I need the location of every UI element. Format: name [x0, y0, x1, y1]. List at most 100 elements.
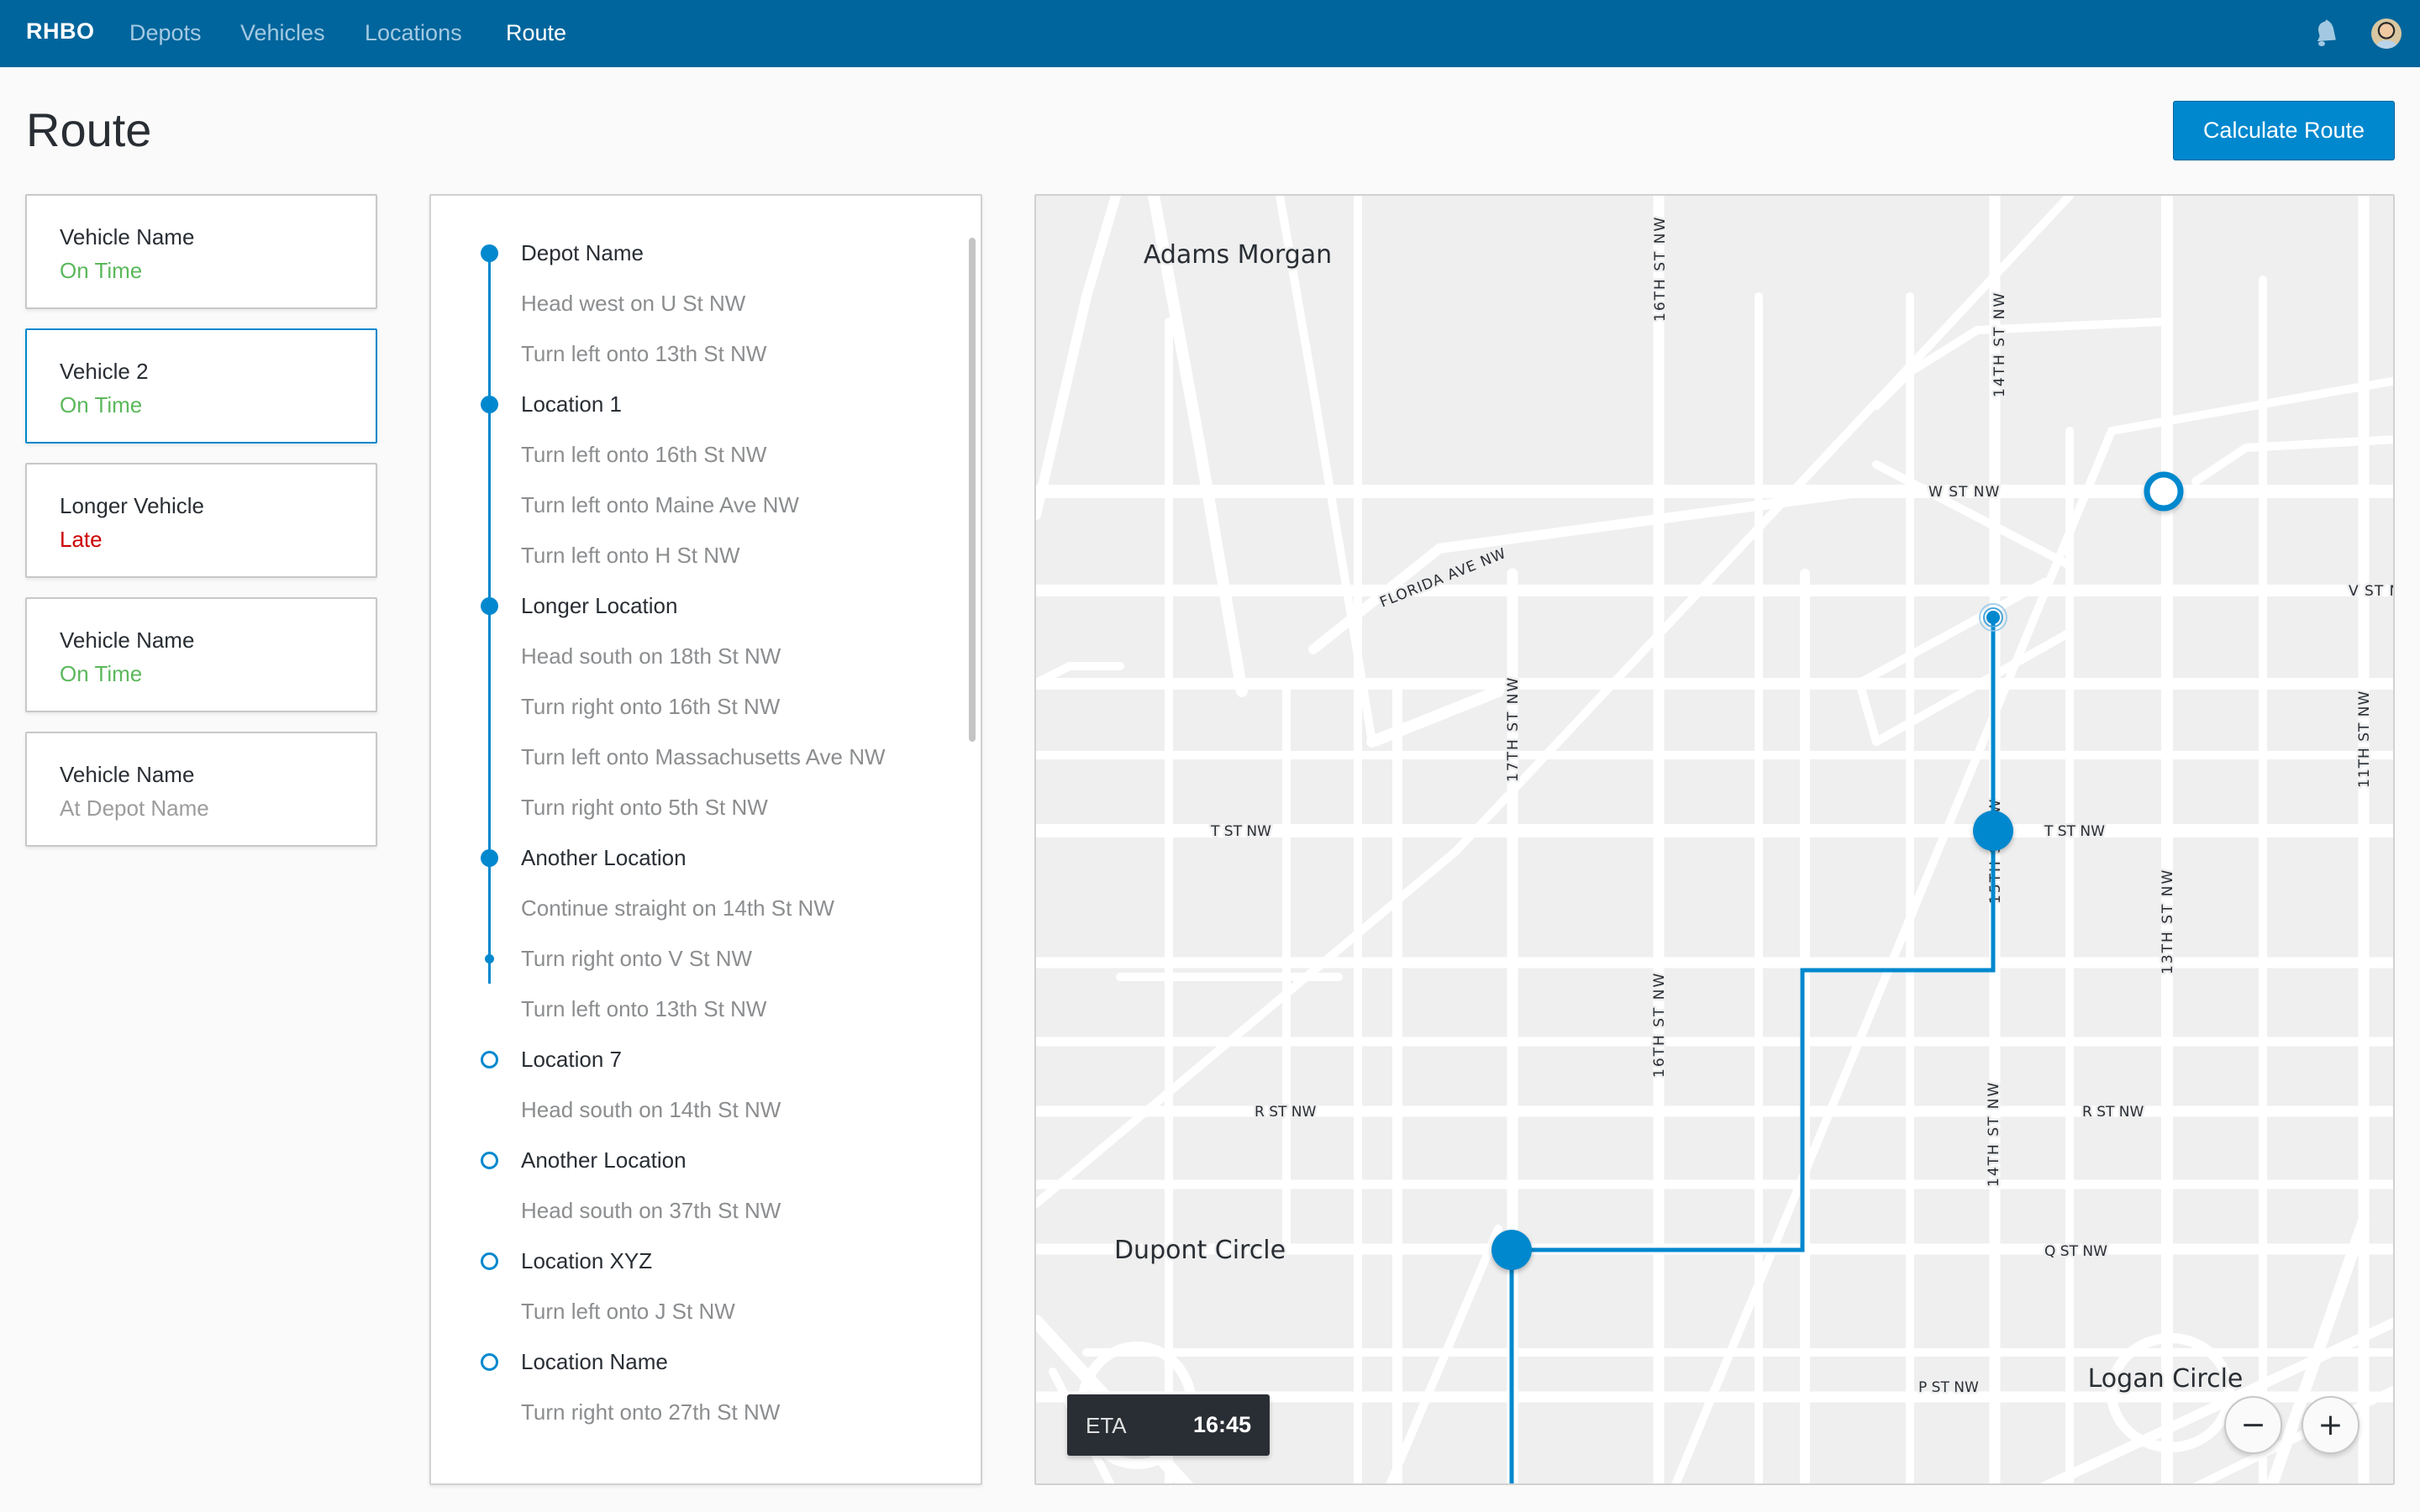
route-direction[interactable]: Turn left onto H St NW [431, 530, 952, 580]
stop-marker-completed [1973, 811, 2013, 851]
street-label-14th-st: 14TH ST NW [1991, 291, 2008, 397]
step-text: Turn left onto Maine Ave NW [521, 492, 799, 517]
route-map[interactable]: W ST NW V ST N T ST NW T ST NW R ST NW R… [1034, 194, 2395, 1485]
step-text: Location 7 [521, 1047, 622, 1072]
route-direction[interactable]: Continue straight on 14th St NW [431, 883, 952, 933]
nav-locations[interactable]: Locations [365, 20, 462, 46]
step-text: Turn right onto 16th St NW [521, 694, 781, 719]
route-direction[interactable]: Turn right onto V St NW [431, 933, 952, 984]
vehicle-status: On Time [60, 258, 143, 283]
step-text: Location 1 [521, 391, 622, 417]
step-text: Location XYZ [521, 1248, 653, 1273]
route-stop[interactable]: Location 7 [431, 1034, 952, 1084]
vehicle-name: Vehicle 2 [60, 359, 149, 384]
street-label-14th-st: 14TH ST NW [1986, 1081, 2002, 1187]
step-text: Head south on 14th St NW [521, 1097, 781, 1122]
step-text: Longer Location [521, 593, 678, 618]
route-direction[interactable]: Turn left onto Massachusetts Ave NW [431, 732, 952, 782]
zoom-in-button[interactable]: + [2302, 1396, 2360, 1454]
step-text: Head south on 18th St NW [521, 643, 781, 669]
calculate-route-button[interactable]: Calculate Route [2173, 101, 2395, 160]
step-text: Turn left onto 13th St NW [521, 996, 767, 1021]
vehicle-name: Longer Vehicle [60, 493, 205, 518]
step-text: Turn left onto H St NW [521, 543, 740, 568]
route-stop[interactable]: Location 1 [431, 379, 952, 429]
street-label-q-st: Q ST NW [2044, 1243, 2107, 1260]
route-direction[interactable]: Turn left onto 13th St NW [431, 984, 952, 1034]
upcoming-stop-icon [481, 1152, 498, 1169]
route-direction[interactable]: Turn left onto 13th St NW [431, 328, 952, 379]
brand-logo[interactable]: RHBO [26, 18, 95, 45]
route-stop[interactable]: Location Name [431, 1336, 952, 1387]
street-label-p-st: P ST NW [1918, 1379, 1979, 1396]
street-label-16th-st: 16TH ST NW [1652, 216, 1669, 322]
stop-marker-upcoming [2144, 471, 2184, 512]
route-direction[interactable]: Head south on 37th St NW [431, 1185, 952, 1236]
route-direction[interactable]: Head west on U St NW [431, 278, 952, 328]
step-text: Depot Name [521, 240, 644, 265]
step-text: Turn right onto 5th St NW [521, 795, 768, 820]
upcoming-stop-icon [481, 1252, 498, 1270]
step-text: Location Name [521, 1349, 668, 1374]
route-stop[interactable]: Depot Name [431, 228, 952, 278]
route-direction[interactable]: Turn left onto J St NW [431, 1286, 952, 1336]
route-direction[interactable]: Turn right onto 5th St NW [431, 782, 952, 832]
vehicle-name: Vehicle Name [60, 762, 195, 787]
step-text: Turn left onto J St NW [521, 1299, 735, 1324]
route-direction[interactable]: Turn right onto 16th St NW [431, 681, 952, 732]
route-stop[interactable]: Another Location [431, 832, 952, 883]
street-label-v-st: V ST N [2349, 583, 2395, 600]
avatar[interactable] [2371, 18, 2402, 49]
vehicle-card[interactable]: Vehicle Name On Time [25, 194, 377, 309]
route-stop[interactable]: Another Location [431, 1135, 952, 1185]
step-text: Turn right onto 27th St NW [521, 1399, 781, 1425]
step-text: Turn right onto V St NW [521, 946, 753, 971]
zoom-out-button[interactable]: − [2224, 1396, 2282, 1454]
upcoming-stop-icon [481, 1353, 498, 1371]
upcoming-stop-icon [481, 1051, 498, 1068]
route-directions-panel: Depot Name Head west on U St NW Turn left … [429, 194, 982, 1485]
nav-vehicles[interactable]: Vehicles [240, 20, 325, 46]
current-step-icon [485, 954, 494, 963]
street-label-17th-st: 17TH ST NW [1505, 676, 1522, 782]
stop-marker-completed [1491, 1230, 1532, 1270]
step-text: Turn left onto Massachusetts Ave NW [521, 744, 886, 769]
neighborhood-logan-circle: Logan Circle [2088, 1364, 2244, 1394]
street-label-13th-st: 13TH ST NW [2160, 869, 2176, 974]
route-stop[interactable]: Longer Location [431, 580, 952, 631]
neighborhood-dupont-circle: Dupont Circle [1114, 1236, 1286, 1265]
street-label-r-st: R ST NW [2082, 1104, 2144, 1121]
route-direction[interactable]: Head south on 14th St NW [431, 1084, 952, 1135]
street-label-t-st: T ST NW [1210, 823, 1271, 840]
bell-icon[interactable] [2311, 18, 2339, 49]
completed-stop-icon [481, 597, 498, 615]
vehicle-name: Vehicle Name [60, 224, 195, 249]
completed-stop-icon [481, 396, 498, 413]
vehicle-status: Late [60, 527, 103, 552]
route-direction[interactable]: Turn left onto Maine Ave NW [431, 480, 952, 530]
vehicle-card[interactable]: Longer Vehicle Late [25, 463, 377, 578]
nav-depots[interactable]: Depots [129, 20, 202, 46]
eta-label: ETA [1086, 1413, 1127, 1438]
street-label-r-st: R ST NW [1255, 1104, 1317, 1121]
route-direction[interactable]: Turn left onto 16th St NW [431, 429, 952, 480]
route-stop[interactable]: Location XYZ [431, 1236, 952, 1286]
map-canvas[interactable]: W ST NW V ST N T ST NW T ST NW R ST NW R… [1036, 196, 2395, 1485]
step-text: Turn left onto 13th St NW [521, 341, 767, 366]
route-direction[interactable]: Head south on 18th St NW [431, 631, 952, 681]
vehicle-name: Vehicle Name [60, 627, 195, 653]
step-text: Head west on U St NW [521, 291, 746, 316]
vehicle-status: At Depot Name [60, 795, 209, 821]
step-text: Continue straight on 14th St NW [521, 895, 834, 921]
step-text: Turn left onto 16th St NW [521, 442, 767, 467]
vehicle-card[interactable]: Vehicle 2 On Time [25, 328, 377, 444]
vehicle-status: On Time [60, 392, 143, 417]
route-direction[interactable]: Turn right onto 27th St NW [431, 1387, 952, 1437]
current-position-marker [1986, 611, 2000, 624]
completed-stop-icon [481, 244, 498, 262]
step-text: Another Location [521, 1147, 687, 1173]
nav-route[interactable]: Route [506, 20, 566, 46]
vehicle-card[interactable]: Vehicle Name At Depot Name [25, 732, 377, 847]
scrollbar[interactable] [969, 238, 976, 742]
vehicle-card[interactable]: Vehicle Name On Time [25, 597, 377, 712]
